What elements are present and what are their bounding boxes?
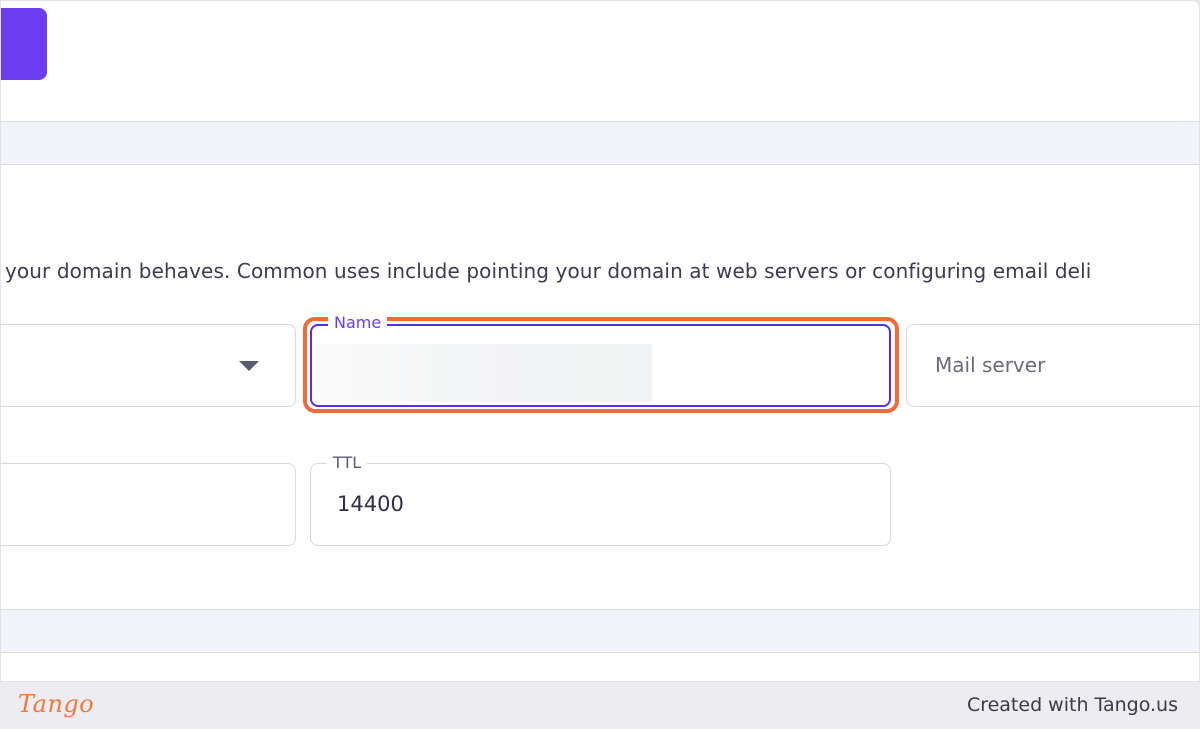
section-divider-bottom bbox=[1, 609, 1199, 653]
tango-logo: Tango bbox=[18, 690, 95, 718]
record-type-select[interactable] bbox=[1, 324, 296, 407]
points-to-field[interactable]: Mail server bbox=[906, 324, 1199, 407]
name-field-redacted-value bbox=[314, 344, 652, 402]
dns-record-form: your domain behaves. Common uses include… bbox=[0, 0, 1200, 682]
primary-button[interactable] bbox=[1, 8, 47, 80]
tango-footer: Tango Created with Tango.us bbox=[0, 682, 1200, 729]
chevron-down-icon[interactable] bbox=[239, 361, 259, 371]
ttl-field[interactable]: TTL 14400 bbox=[310, 452, 891, 546]
footer-credit: Created with Tango.us bbox=[966, 694, 1178, 716]
points-to-placeholder: Mail server bbox=[935, 353, 1046, 377]
section-divider-top bbox=[1, 121, 1199, 165]
name-field-label: Name bbox=[328, 312, 388, 334]
ttl-field-label: TTL bbox=[327, 452, 368, 474]
name-field[interactable]: Name bbox=[310, 312, 891, 407]
ttl-field-value: 14400 bbox=[337, 492, 404, 516]
priority-field[interactable] bbox=[1, 463, 296, 546]
section-description: your domain behaves. Common uses include… bbox=[5, 259, 1092, 283]
